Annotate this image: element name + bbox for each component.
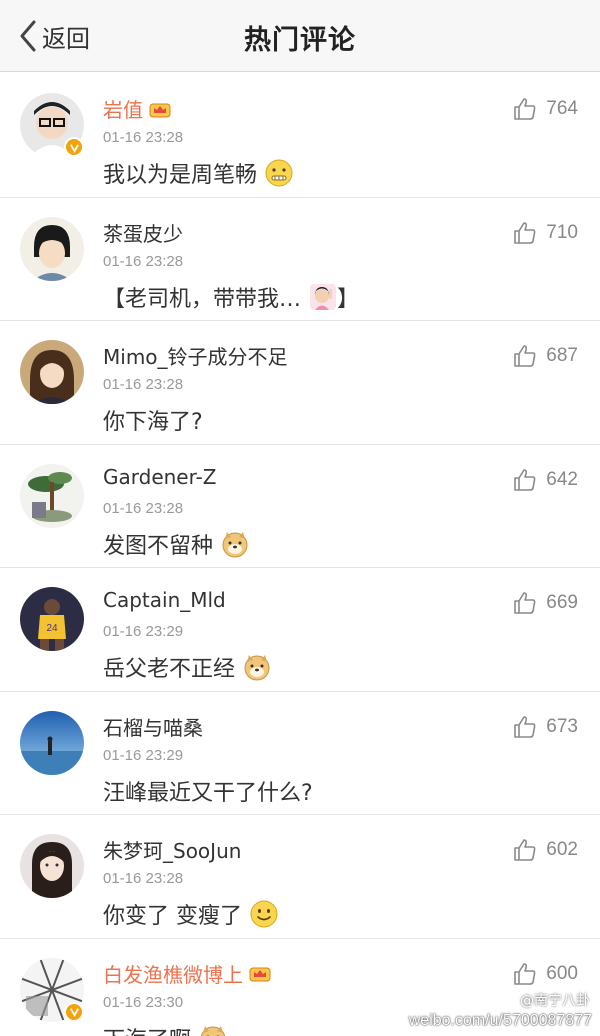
comment-row: 24 Captain_Mld 01-16 23:29 岳父老不正经 669 bbox=[0, 568, 600, 692]
doge-emoji-icon bbox=[221, 530, 249, 558]
comment-author[interactable]: Mimo_铃子成分不足 bbox=[103, 341, 288, 370]
watermark-text: @南宁八卦 bbox=[520, 993, 590, 1009]
watermark-handle: @南宁八卦 bbox=[494, 990, 590, 1010]
comment-body: 你变了 变瘦了 bbox=[103, 904, 242, 929]
svg-text:24: 24 bbox=[46, 623, 58, 634]
like-button[interactable]: 710 bbox=[512, 220, 578, 246]
weibo-logo-icon bbox=[494, 993, 515, 1009]
comment-author[interactable]: 朱梦珂_SooJun bbox=[103, 835, 241, 864]
thumbs-up-icon bbox=[514, 345, 536, 367]
thumbs-up-icon bbox=[514, 962, 536, 985]
author-name: Mimo_铃子成分不足 bbox=[103, 345, 288, 369]
avatar[interactable] bbox=[20, 340, 84, 404]
comment-text: 岳父老不正经 bbox=[103, 651, 271, 683]
author-name: 岩值 bbox=[103, 98, 143, 122]
like-button[interactable]: 687 bbox=[512, 343, 578, 369]
comment-author[interactable]: 茶蛋皮少 bbox=[103, 218, 183, 247]
thumbs-up-icon bbox=[514, 715, 536, 738]
like-count: 642 bbox=[546, 468, 578, 490]
avatar[interactable] bbox=[20, 834, 84, 898]
comment-time: 01-16 23:28 bbox=[103, 870, 184, 887]
like-count: 602 bbox=[546, 839, 578, 860]
thumbs-up-icon bbox=[514, 839, 536, 861]
comment-row: 岩值 01-16 23:28 我以为是周笔畅 764 bbox=[0, 74, 600, 198]
comment-body: 发图不留种 bbox=[103, 533, 214, 559]
like-count: 710 bbox=[546, 221, 578, 243]
author-name: 朱梦珂_SooJun bbox=[103, 839, 242, 863]
comment-time: 01-16 23:28 bbox=[103, 376, 184, 393]
smile-emoji-icon bbox=[250, 900, 278, 928]
comment-body: 【老司机，带带我… bbox=[103, 286, 302, 312]
avatar[interactable] bbox=[20, 463, 84, 528]
vip-crown-icon bbox=[249, 964, 271, 982]
comment-time: 01-16 23:28 bbox=[103, 499, 184, 517]
thumbs-up-icon bbox=[514, 468, 536, 491]
author-name: Captain_Mld bbox=[103, 588, 226, 612]
comment-text: 我以为是周笔畅 bbox=[103, 157, 293, 189]
comment-body: 下海了啊 bbox=[103, 1022, 191, 1036]
comment-text: 下海了啊 bbox=[103, 1022, 227, 1036]
like-button[interactable]: 642 bbox=[512, 467, 578, 493]
comment-row: Gardener-Z 01-16 23:28 发图不留种 642 bbox=[0, 444, 600, 568]
comment-text: 【老司机，带带我… 】 bbox=[103, 281, 359, 313]
watermark-url: weibo.com/u/5700087877 bbox=[408, 1012, 592, 1029]
like-count: 687 bbox=[546, 345, 578, 366]
thumbs-up-icon bbox=[514, 592, 536, 614]
avatar[interactable]: 24 bbox=[20, 587, 84, 651]
comment-author[interactable]: 白发渔樵微博上 bbox=[103, 959, 271, 988]
thumbs-up-icon bbox=[514, 221, 536, 244]
girl-raising-hand-emoji-icon bbox=[309, 283, 337, 311]
like-count: 669 bbox=[546, 592, 578, 613]
verified-badge-icon bbox=[64, 137, 84, 157]
comment-time: 01-16 23:28 bbox=[103, 129, 184, 146]
like-button[interactable]: 602 bbox=[512, 837, 578, 863]
author-name: Gardener-Z bbox=[103, 464, 217, 489]
comment-author[interactable]: 岩值 bbox=[103, 94, 171, 123]
comment-author[interactable]: Gardener-Z bbox=[103, 465, 216, 489]
avatar[interactable] bbox=[20, 216, 84, 281]
page-title: 热门评论 bbox=[244, 25, 356, 56]
comment-text: 你下海了? bbox=[103, 404, 203, 436]
nav-bar: 返回 热门评论 bbox=[0, 0, 600, 72]
like-button[interactable]: 764 bbox=[512, 96, 578, 122]
comment-time: 01-16 23:29 bbox=[103, 746, 184, 764]
comment-row: 朱梦珂_SooJun 01-16 23:28 你变了 变瘦了 602 bbox=[0, 815, 600, 939]
like-count: 764 bbox=[546, 98, 578, 119]
comment-body-tail: 】 bbox=[337, 286, 360, 312]
thumbs-up-icon bbox=[514, 98, 536, 120]
comment-time: 01-16 23:28 bbox=[103, 252, 184, 270]
comment-text: 汪峰最近又干了什么? bbox=[103, 775, 313, 807]
verified-badge-icon bbox=[64, 1001, 84, 1022]
like-button[interactable]: 600 bbox=[512, 961, 578, 987]
comment-text: 你变了 变瘦了 bbox=[103, 898, 278, 930]
comment-body: 汪峰最近又干了什么? bbox=[103, 780, 313, 806]
vip-crown-icon bbox=[149, 100, 171, 118]
like-button[interactable]: 669 bbox=[512, 590, 578, 616]
like-count: 600 bbox=[546, 962, 578, 984]
comment-row: Mimo_铃子成分不足 01-16 23:28 你下海了? 687 bbox=[0, 321, 600, 445]
comment-author[interactable]: Captain_Mld bbox=[103, 588, 226, 612]
author-name: 石榴与喵桑 bbox=[103, 715, 203, 740]
author-name: 茶蛋皮少 bbox=[103, 221, 183, 246]
doge-emoji-icon bbox=[243, 653, 271, 681]
comment-author[interactable]: 石榴与喵桑 bbox=[103, 712, 203, 741]
like-count: 673 bbox=[546, 715, 578, 737]
avatar[interactable] bbox=[20, 710, 84, 775]
author-name: 白发渔樵微博上 bbox=[103, 962, 243, 987]
comment-time: 01-16 23:30 bbox=[103, 993, 184, 1011]
like-button[interactable]: 673 bbox=[512, 714, 578, 740]
comment-body: 你下海了? bbox=[103, 410, 203, 435]
comment-text: 发图不留种 bbox=[103, 528, 249, 560]
comment-row: 茶蛋皮少 01-16 23:28 【老司机，带带我… 】 710 bbox=[0, 197, 600, 321]
doge-emoji-icon bbox=[199, 1024, 227, 1036]
zipper-mouth-emoji-icon bbox=[265, 159, 293, 187]
comment-body: 岳父老不正经 bbox=[103, 657, 236, 682]
comment-row: 石榴与喵桑 01-16 23:29 汪峰最近又干了什么? 673 bbox=[0, 691, 600, 815]
comment-body: 我以为是周笔畅 bbox=[103, 163, 258, 188]
comment-time: 01-16 23:29 bbox=[103, 623, 184, 640]
comment-list: 岩值 01-16 23:28 我以为是周笔畅 764 茶蛋皮少 01-16 23… bbox=[0, 74, 600, 1036]
